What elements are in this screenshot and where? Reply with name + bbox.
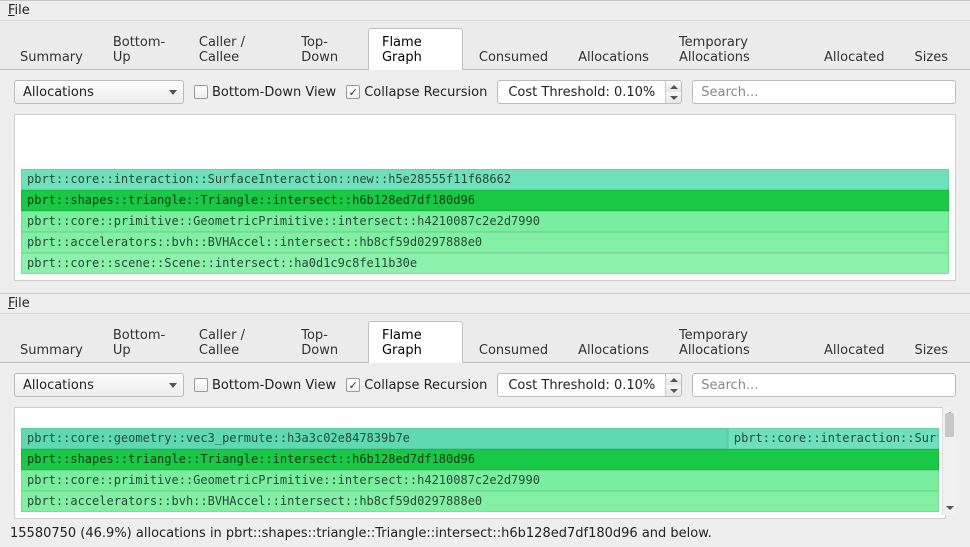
chevron-down-icon — [670, 96, 678, 100]
tab-temporary-allocations[interactable]: Temporary Allocations — [665, 321, 808, 363]
tab-consumed[interactable]: Consumed — [465, 336, 562, 363]
flame-row: pbrt::core::primitive::GeometricPrimitiv… — [21, 211, 949, 232]
flame-frame[interactable]: pbrt::accelerators::bvh::BVHAccel::inter… — [21, 491, 939, 512]
spin-down[interactable] — [666, 385, 681, 396]
status-bar: 15580750 (46.9%) allocations in pbrt::sh… — [0, 523, 970, 547]
checkbox-icon — [194, 85, 208, 99]
tab-allocations[interactable]: Allocations — [564, 43, 663, 70]
flame-frame[interactable]: pbrt::core::interaction::SurfaceInterac — [728, 428, 939, 449]
tab-flame-graph[interactable]: Flame Graph — [368, 321, 463, 363]
tab-caller-callee[interactable]: Caller / Callee — [185, 28, 285, 70]
spin-up[interactable] — [666, 374, 681, 385]
chevron-down-icon — [670, 389, 678, 393]
search-input[interactable]: Search... — [692, 80, 956, 104]
collapse-recursion-checkbox[interactable]: Collapse Recursion — [346, 378, 487, 393]
flame-frame[interactable]: pbrt::core::geometry::vec3_permute::h3a3… — [21, 428, 728, 449]
status-text: 15580750 (46.9%) allocations in pbrt::sh… — [10, 526, 712, 541]
tabbar: SummaryBottom-UpCaller / CalleeTop-DownF… — [0, 314, 970, 363]
tab-top-down[interactable]: Top-Down — [287, 321, 366, 363]
mode-dropdown[interactable]: Allocations — [14, 80, 184, 104]
flame-frame[interactable]: pbrt::core::interaction::SurfaceInteract… — [21, 169, 949, 190]
chevron-up-icon — [670, 378, 678, 382]
flame-row: pbrt::shapes::triangle::Triangle::inters… — [21, 190, 949, 211]
tab-sizes[interactable]: Sizes — [901, 336, 962, 363]
tab-allocated[interactable]: Allocated — [810, 43, 899, 70]
toolbar: Allocations Bottom-Down View Collapse Re… — [0, 363, 970, 407]
collapse-recursion-label: Collapse Recursion — [364, 85, 487, 100]
flame-graph[interactable]: pbrt::core::interaction::SurfaceInteract… — [14, 114, 956, 281]
flame-frame[interactable]: pbrt::shapes::triangle::Triangle::inters… — [21, 190, 949, 211]
tab-allocations[interactable]: Allocations — [564, 336, 663, 363]
flame-row: pbrt::core::interaction::SurfaceInteract… — [21, 169, 949, 190]
tabbar: SummaryBottom-UpCaller / CalleeTop-DownF… — [0, 21, 970, 70]
flame-row: pbrt::core::primitive::GeometricPrimitiv… — [21, 470, 939, 491]
tab-sizes[interactable]: Sizes — [901, 43, 962, 70]
tab-bottom-up[interactable]: Bottom-Up — [99, 321, 183, 363]
chevron-down-icon — [169, 90, 177, 95]
vertical-scrollbar[interactable] — [942, 407, 956, 515]
bottom-down-checkbox[interactable]: Bottom-Down View — [194, 85, 336, 100]
flame-row: pbrt::accelerators::bvh::BVHAccel::inter… — [21, 232, 949, 253]
flame-frame[interactable]: pbrt::shapes::triangle::Triangle::inters… — [21, 449, 939, 470]
mode-dropdown-label: Allocations — [23, 378, 94, 393]
flame-graph[interactable]: pbrt::core::geometry::vec3_permute::h3a3… — [14, 407, 946, 519]
flame-row: pbrt::accelerators::bvh::BVHAccel::inter… — [21, 491, 939, 512]
collapse-recursion-label: Collapse Recursion — [364, 378, 487, 393]
search-input[interactable]: Search... — [692, 373, 956, 397]
menu-file[interactable]: File — [8, 3, 30, 18]
menu-file[interactable]: File — [8, 296, 30, 311]
search-placeholder: Search... — [701, 85, 758, 100]
flame-frame[interactable]: pbrt::core::scene::Scene::intersect::ha0… — [21, 253, 949, 274]
chevron-up-icon — [670, 85, 678, 89]
search-placeholder: Search... — [701, 378, 758, 393]
tab-bottom-up[interactable]: Bottom-Up — [99, 28, 183, 70]
chevron-down-icon — [946, 506, 954, 510]
bottom-down-label: Bottom-Down View — [212, 85, 336, 100]
cost-threshold-spinbox[interactable]: Cost Threshold: 0.10% — [497, 80, 682, 104]
bottom-down-checkbox[interactable]: Bottom-Down View — [194, 378, 336, 393]
tab-summary[interactable]: Summary — [6, 43, 97, 70]
spin-down[interactable] — [666, 92, 681, 103]
mode-dropdown[interactable]: Allocations — [14, 373, 184, 397]
scroll-down-button[interactable] — [943, 501, 956, 515]
cost-threshold-label: Cost Threshold: 0.10% — [498, 81, 665, 103]
tab-summary[interactable]: Summary — [6, 336, 97, 363]
tab-flame-graph[interactable]: Flame Graph — [368, 28, 463, 70]
checkbox-icon — [346, 85, 360, 99]
mode-dropdown-label: Allocations — [23, 85, 94, 100]
menubar: File — [0, 1, 970, 21]
flame-row: pbrt::core::geometry::vec3_permute::h3a3… — [21, 428, 939, 449]
cost-threshold-spinbox[interactable]: Cost Threshold: 0.10% — [497, 373, 682, 397]
checkbox-icon — [194, 378, 208, 392]
flame-frame[interactable]: pbrt::accelerators::bvh::BVHAccel::inter… — [21, 232, 949, 253]
tab-allocated[interactable]: Allocated — [810, 336, 899, 363]
flame-frame[interactable]: pbrt::core::primitive::GeometricPrimitiv… — [21, 470, 939, 491]
chevron-down-icon — [169, 383, 177, 388]
checkbox-icon — [346, 378, 360, 392]
tab-top-down[interactable]: Top-Down — [287, 28, 366, 70]
tab-consumed[interactable]: Consumed — [465, 43, 562, 70]
bottom-down-label: Bottom-Down View — [212, 378, 336, 393]
tab-caller-callee[interactable]: Caller / Callee — [185, 321, 285, 363]
flame-row: pbrt::core::scene::Scene::intersect::ha0… — [21, 253, 949, 274]
flame-row: pbrt::shapes::triangle::Triangle::inters… — [21, 449, 939, 470]
cost-threshold-label: Cost Threshold: 0.10% — [498, 374, 665, 396]
menubar: File — [0, 294, 970, 314]
collapse-recursion-checkbox[interactable]: Collapse Recursion — [346, 85, 487, 100]
spin-up[interactable] — [666, 81, 681, 92]
flame-frame[interactable]: pbrt::core::primitive::GeometricPrimitiv… — [21, 211, 949, 232]
toolbar: Allocations Bottom-Down View Collapse Re… — [0, 70, 970, 114]
scrollbar-thumb[interactable] — [945, 413, 954, 437]
tab-temporary-allocations[interactable]: Temporary Allocations — [665, 28, 808, 70]
